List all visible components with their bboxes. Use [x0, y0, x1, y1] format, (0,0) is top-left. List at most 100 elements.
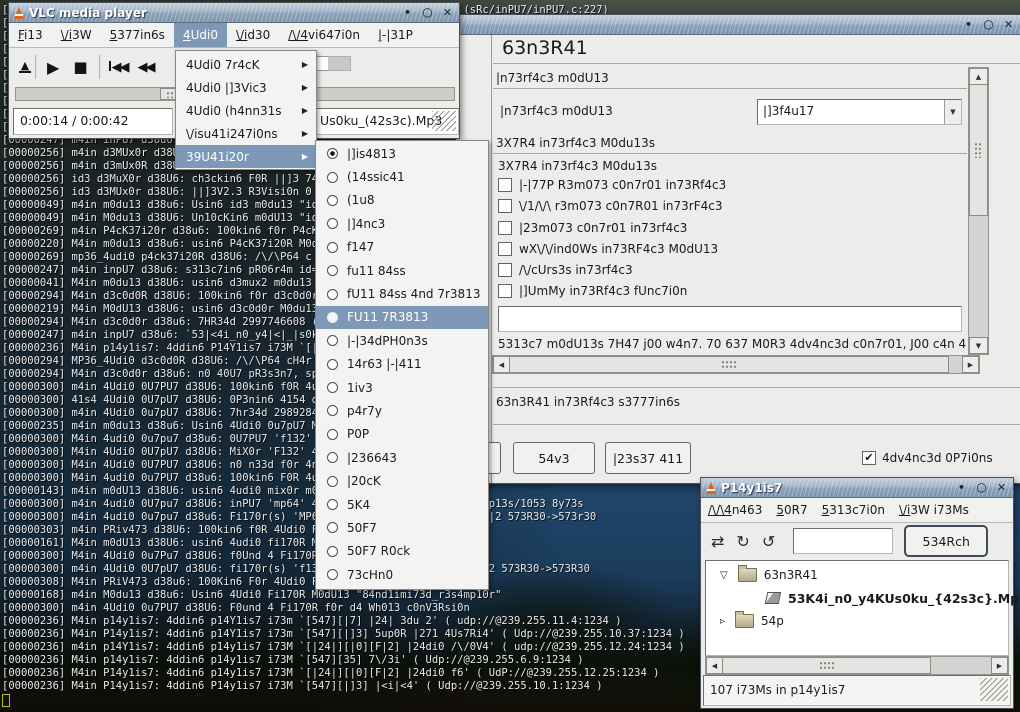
eject-button[interactable]: ▲ — [19, 61, 31, 73]
menu-view-items[interactable]: \/i3W i73Ms — [892, 498, 976, 522]
scroll-right-icon[interactable]: ▶ — [991, 657, 1008, 674]
prefs-hscrollbar-thumb[interactable] — [509, 356, 949, 373]
radio-icon — [327, 218, 338, 229]
preset-live[interactable]: 1iv3 — [316, 376, 488, 399]
preset-rock[interactable]: |20cK — [316, 469, 488, 492]
interface-module-combobox[interactable]: |]3f4u17 ▼ — [757, 99, 962, 125]
playlist-hscrollbar-thumb[interactable] — [722, 657, 931, 674]
advanced-options-checkbox[interactable]: ✔ — [862, 451, 876, 465]
minimize-icon[interactable]: • — [401, 6, 414, 19]
volume-slider-trough[interactable] — [328, 56, 351, 71]
preset-full-bass-treble[interactable]: fU11 84ss 4nd 7r3813 — [316, 282, 488, 305]
menu-audio-track[interactable]: 4Udi0 7r4cK▶ — [176, 53, 316, 76]
expander-closed-icon[interactable]: ▹ — [720, 616, 725, 627]
menu-visualizations[interactable]: \/isu41i247i0ns▶ — [176, 122, 316, 145]
menu-navigation[interactable]: /\/4vi647i0n — [279, 23, 369, 47]
search-input[interactable] — [793, 528, 893, 554]
chevron-down-icon[interactable]: ▼ — [944, 100, 961, 124]
menu-audio-device[interactable]: 4Udi0 |]3Vic3▶ — [176, 76, 316, 99]
scroll-left-icon[interactable]: ◀ — [493, 356, 510, 373]
preset-soft[interactable]: 50F7 — [316, 516, 488, 539]
wxwindows-interface-label: wX\/\/ind0Ws in73RF4c3 M0dU13 — [519, 242, 718, 256]
menu-audio[interactable]: 4Udi0 — [174, 23, 227, 47]
scroll-down-icon[interactable]: ▼ — [969, 337, 988, 354]
preset-full-treble[interactable]: FU11 7R3813 — [316, 306, 488, 329]
maximize-icon[interactable]: ○ — [982, 18, 995, 31]
vlc-titlebar[interactable]: VLC media player • ○ ✕ — [9, 3, 459, 23]
repeat-all-icon[interactable]: ↻ — [736, 532, 749, 551]
minimize-icon[interactable]: • — [955, 481, 968, 494]
previous-button[interactable]: ◀◀ — [109, 60, 128, 75]
preset-large-hall[interactable]: 14r63 |-|411 — [316, 353, 488, 376]
radio-icon — [327, 569, 338, 580]
submenu-arrow-icon: ▶ — [302, 60, 308, 69]
preset-soft-rock[interactable]: 50F7 R0ck — [316, 540, 488, 563]
prefs-vscrollbar[interactable]: ▲ ▼ — [968, 67, 989, 355]
preset-full-bass[interactable]: fu11 84ss — [316, 259, 488, 282]
preset-pop[interactable]: P0P — [316, 423, 488, 446]
terminal-cursor — [2, 694, 10, 707]
preferences-window: • ○ ✕ 63n3R41 |n73rf4c3 m0dU13 |n73rf4c3… — [455, 14, 1020, 484]
menu-sort[interactable]: 50R7 — [769, 498, 814, 522]
tree-row-sap[interactable]: ▹ 54p — [706, 610, 1008, 632]
save-button[interactable]: 54v3 — [513, 442, 595, 474]
scroll-left-icon[interactable]: ◀ — [706, 657, 723, 674]
search-button[interactable]: 534Rch — [904, 525, 988, 557]
tree-row-label: 63n3R41 — [764, 568, 818, 582]
divider — [493, 88, 967, 89]
tree-row-current-item[interactable]: 53K4i_n0_y4KUs0ku_{42s3c}.Mp3 — [706, 587, 1008, 609]
general-settings-footer-label: 63n3R41 in73Rf4c3 s3777in6s — [496, 395, 680, 409]
wxwindows-interface-checkbox[interactable] — [498, 242, 512, 256]
preset-disable[interactable]: |]is4813 — [316, 142, 488, 165]
menu-manage[interactable]: /\/\4n463 — [701, 498, 769, 522]
scroll-up-icon[interactable]: ▲ — [969, 68, 988, 85]
preset-reggae[interactable]: |236643 — [316, 446, 488, 469]
http-interface-checkbox[interactable] — [498, 178, 512, 192]
tree-row-general[interactable]: ▽ 63n3R41 — [706, 564, 1008, 586]
preferences-page-title: 63n3R41 — [502, 37, 588, 59]
stop-button[interactable]: ■ — [73, 58, 87, 76]
expander-open-icon[interactable]: ▽ — [720, 570, 728, 581]
advanced-options-label: 4dv4nc3d 0P7i0ns — [882, 451, 993, 465]
playlist-menubar: /\/\4n463 50R7 5313c7i0n \/i3W i73Ms — [701, 498, 1013, 523]
menu-video[interactable]: \/id30 — [227, 23, 279, 47]
menu-equalizer[interactable]: 39U41i20r▶ — [176, 145, 316, 168]
play-button[interactable]: ▶ — [47, 58, 59, 77]
rewind-button[interactable]: ◀◀ — [138, 60, 154, 75]
menu-view[interactable]: \/i3W — [52, 23, 101, 47]
menu-audio-channels[interactable]: 4Udi0 (h4nn31s▶ — [176, 99, 316, 122]
playlist-titlebar[interactable]: P14y1is7 • ○ ✕ — [701, 478, 1013, 498]
preset-club[interactable]: (1u8 — [316, 189, 488, 212]
prefs-vscrollbar-thumb[interactable] — [969, 84, 988, 216]
minimize-icon[interactable]: • — [962, 18, 975, 31]
repeat-one-icon[interactable]: ↺ — [762, 532, 775, 551]
ncurses-interface-checkbox[interactable] — [498, 263, 512, 277]
preset-flat[interactable]: f147 — [316, 236, 488, 259]
maximize-icon[interactable]: ○ — [975, 481, 988, 494]
prefs-hscrollbar[interactable]: ◀ ▶ — [492, 355, 980, 374]
preset-techno[interactable]: 73cHn0 — [316, 563, 488, 586]
preset-dance[interactable]: |]4nc3 — [316, 212, 488, 235]
close-icon[interactable]: ✕ — [1002, 18, 1015, 31]
menu-selection[interactable]: 5313c7i0n — [815, 498, 892, 522]
dummy-interface-checkbox[interactable] — [498, 284, 512, 298]
preset-headphones[interactable]: |-|34dPH0n3s — [316, 329, 488, 352]
preferences-titlebar[interactable]: • ○ ✕ — [456, 15, 1020, 35]
playlist-hscrollbar[interactable]: ◀ ▶ — [705, 656, 1009, 675]
preset-classical[interactable]: (14ssic41 — [316, 165, 488, 188]
radio-icon — [327, 265, 338, 276]
vlm-interface-checkbox[interactable] — [498, 199, 512, 213]
scroll-right-icon[interactable]: ▶ — [962, 356, 979, 373]
remote-interface-checkbox[interactable] — [498, 221, 512, 235]
close-icon[interactable]: ✕ — [995, 481, 1008, 494]
preset-party[interactable]: p4r7y — [316, 399, 488, 422]
preset-ska[interactable]: 5K4 — [316, 493, 488, 516]
reset-all-button[interactable]: |23s37 411 — [605, 442, 691, 474]
menu-help[interactable]: |-|31P — [369, 23, 422, 47]
maximize-icon[interactable]: ○ — [421, 6, 434, 19]
menu-file[interactable]: Fi13 — [9, 23, 52, 47]
menu-settings[interactable]: 5377in6s — [101, 23, 174, 47]
extra-modules-input[interactable] — [498, 306, 962, 332]
shuffle-icon[interactable]: ⇄ — [711, 532, 724, 551]
close-icon[interactable]: ✕ — [441, 6, 454, 19]
